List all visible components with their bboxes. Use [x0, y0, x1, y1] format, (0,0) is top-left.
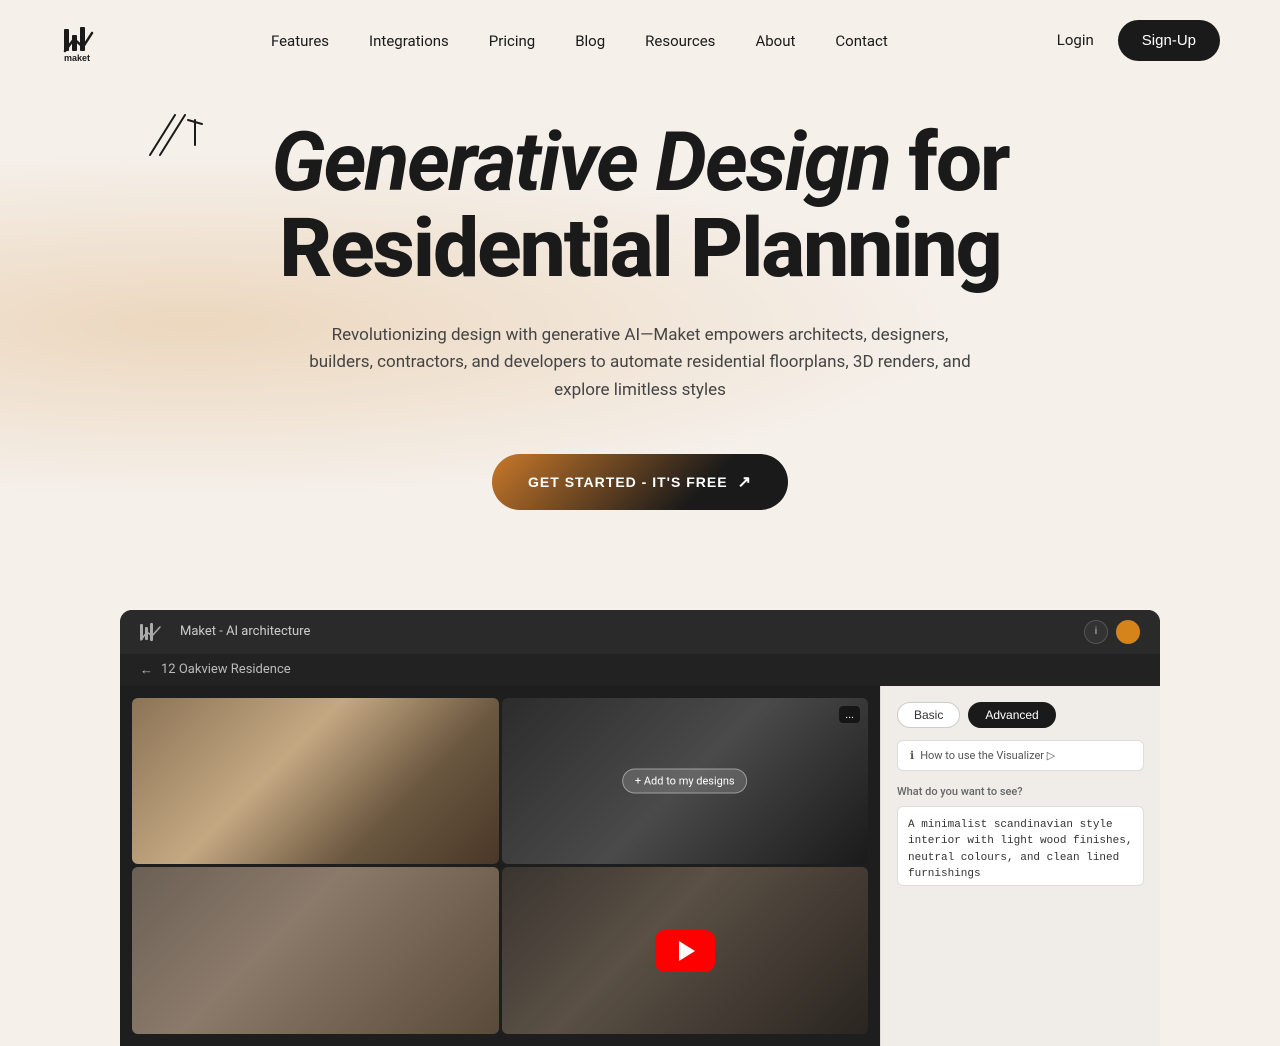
youtube-play-button[interactable]: [655, 930, 715, 972]
tab-basic[interactable]: Basic: [897, 702, 960, 728]
play-triangle-icon: [679, 941, 695, 961]
prompt-label: What do you want to see?: [897, 785, 1144, 798]
app-preview: Maket - AI architecture i ← 12 Oakview R…: [120, 610, 1160, 1046]
app-titlebar-right: i: [1084, 620, 1140, 644]
app-titlebar-left: Maket - AI architecture: [140, 622, 310, 642]
svg-text:maket: maket: [64, 53, 90, 61]
nav-actions: Login Sign-Up: [1057, 20, 1220, 61]
image-cell-4[interactable]: [502, 867, 869, 1034]
titlebar-info-btn[interactable]: i: [1084, 620, 1108, 644]
cta-button[interactable]: GET STARTED - IT'S FREE ↗: [492, 454, 788, 510]
app-content: ... + Add to my designs Basic Advanced ℹ: [120, 686, 1160, 1046]
image-grid: ... + Add to my designs: [120, 686, 880, 1046]
nav-resources[interactable]: Resources: [645, 32, 715, 50]
how-to-text: How to use the Visualizer ▷: [920, 749, 1055, 762]
tab-advanced[interactable]: Advanced: [968, 702, 1055, 728]
nav-links: Features Integrations Pricing Blog Resou…: [271, 31, 888, 50]
nav-contact[interactable]: Contact: [835, 32, 887, 50]
nav-features[interactable]: Features: [271, 32, 329, 50]
prompt-textarea[interactable]: [897, 806, 1144, 886]
nav-pricing[interactable]: Pricing: [489, 32, 535, 50]
cta-arrow-icon: ↗: [738, 472, 752, 492]
breadcrumb-path: 12 Oakview Residence: [161, 662, 291, 677]
decorative-lines-icon: [140, 110, 210, 170]
cta-label: GET STARTED - IT'S FREE: [528, 474, 728, 490]
breadcrumb-back-icon[interactable]: ←: [140, 662, 153, 678]
app-titlebar: Maket - AI architecture i: [120, 610, 1160, 654]
brand-logo[interactable]: maket: [60, 19, 102, 61]
image-cell-3: [132, 867, 499, 1034]
app-breadcrumb: ← 12 Oakview Residence: [120, 654, 1160, 686]
nav-integrations[interactable]: Integrations: [369, 32, 449, 50]
hero-title: Generative Design forResidential Plannin…: [271, 120, 1008, 292]
panel-tabs: Basic Advanced: [897, 702, 1144, 728]
navbar: maket Features Integrations Pricing Blog…: [0, 0, 1280, 80]
sidebar-panel: Basic Advanced ℹ How to use the Visualiz…: [880, 686, 1160, 1046]
image-cell-1: [132, 698, 499, 865]
image-cell-2: ... + Add to my designs: [502, 698, 869, 865]
login-link[interactable]: Login: [1057, 31, 1094, 49]
info-icon: ℹ: [910, 749, 914, 762]
hero-subtitle: Revolutionizing design with generative A…: [300, 322, 980, 404]
nav-blog[interactable]: Blog: [575, 32, 605, 50]
app-title-text: Maket - AI architecture: [180, 624, 310, 639]
how-to-link[interactable]: ℹ How to use the Visualizer ▷: [897, 740, 1144, 771]
hero-title-italic: Generative Design: [271, 115, 889, 211]
app-logo-small: [140, 622, 168, 642]
image-menu-icon[interactable]: ...: [839, 706, 860, 723]
add-to-designs-btn[interactable]: + Add to my designs: [622, 769, 748, 794]
signup-button[interactable]: Sign-Up: [1118, 20, 1220, 61]
hero-section: Generative Design forResidential Plannin…: [0, 80, 1280, 570]
titlebar-action-btn[interactable]: [1116, 620, 1140, 644]
nav-about[interactable]: About: [755, 32, 795, 50]
